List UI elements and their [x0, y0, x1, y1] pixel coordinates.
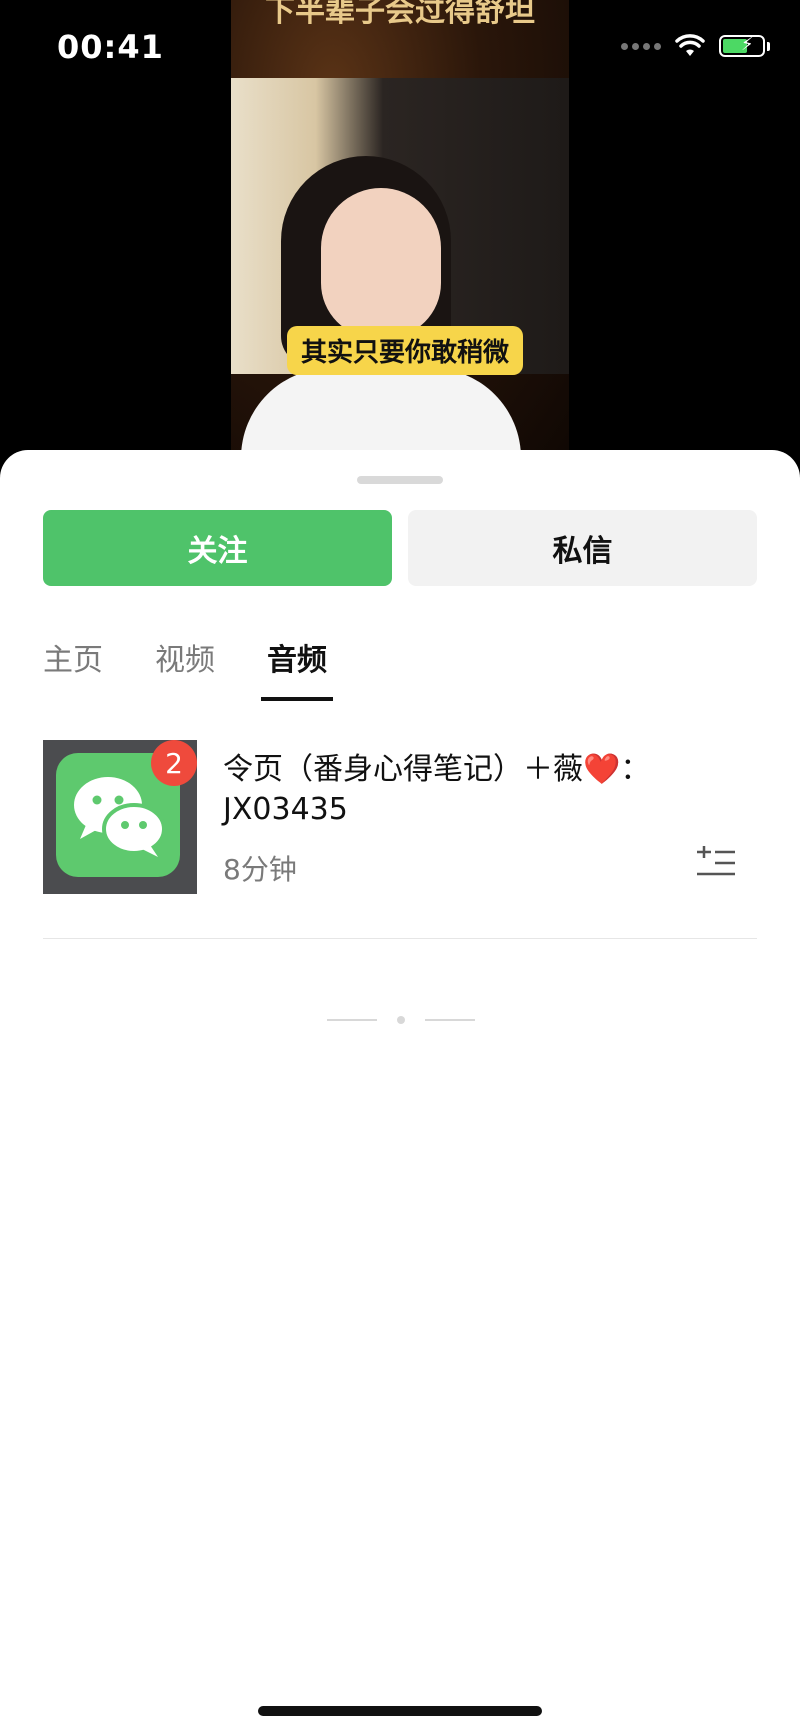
video-subtitle: 其实只要你敢稍微 — [287, 326, 524, 375]
cellular-signal-icon — [621, 42, 661, 50]
tab-audio[interactable]: 音频 — [261, 635, 333, 701]
battery-cap — [767, 41, 770, 51]
message-button[interactable]: 私信 — [408, 510, 757, 586]
tab-home[interactable]: 主页 — [43, 635, 103, 701]
battery-charging-icon: ⚡ — [719, 34, 765, 57]
follow-button[interactable]: 关注 — [43, 510, 392, 586]
add-to-playlist-icon[interactable] — [697, 846, 735, 880]
home-indicator[interactable] — [258, 1706, 542, 1716]
profile-tabs: 主页 视频 音频 — [43, 635, 333, 701]
notification-badge: 2 — [151, 740, 197, 786]
list-divider — [43, 938, 757, 939]
wifi-icon — [675, 34, 705, 56]
status-indicators: ⚡ — [621, 34, 770, 58]
person-face — [321, 188, 441, 338]
person-body — [241, 368, 521, 450]
tab-videos[interactable]: 视频 — [155, 635, 215, 701]
end-of-list-indicator — [327, 1016, 475, 1024]
profile-sheet: 关注 私信 主页 视频 音频 2 令页（番身心得笔记）＋薇❤️：JX03435 … — [0, 450, 800, 1732]
audio-title: 令页（番身心得笔记）＋薇❤️：JX03435 — [223, 752, 651, 827]
status-time: 00:41 — [57, 28, 164, 66]
sheet-grabber[interactable] — [357, 476, 443, 484]
audio-list-item[interactable]: 2 令页（番身心得笔记）＋薇❤️：JX03435 8分钟 — [43, 740, 757, 894]
audio-thumbnail: 2 — [43, 740, 197, 894]
status-bar: 00:41 ⚡ — [0, 0, 800, 100]
audio-duration: 8分钟 — [223, 853, 297, 886]
